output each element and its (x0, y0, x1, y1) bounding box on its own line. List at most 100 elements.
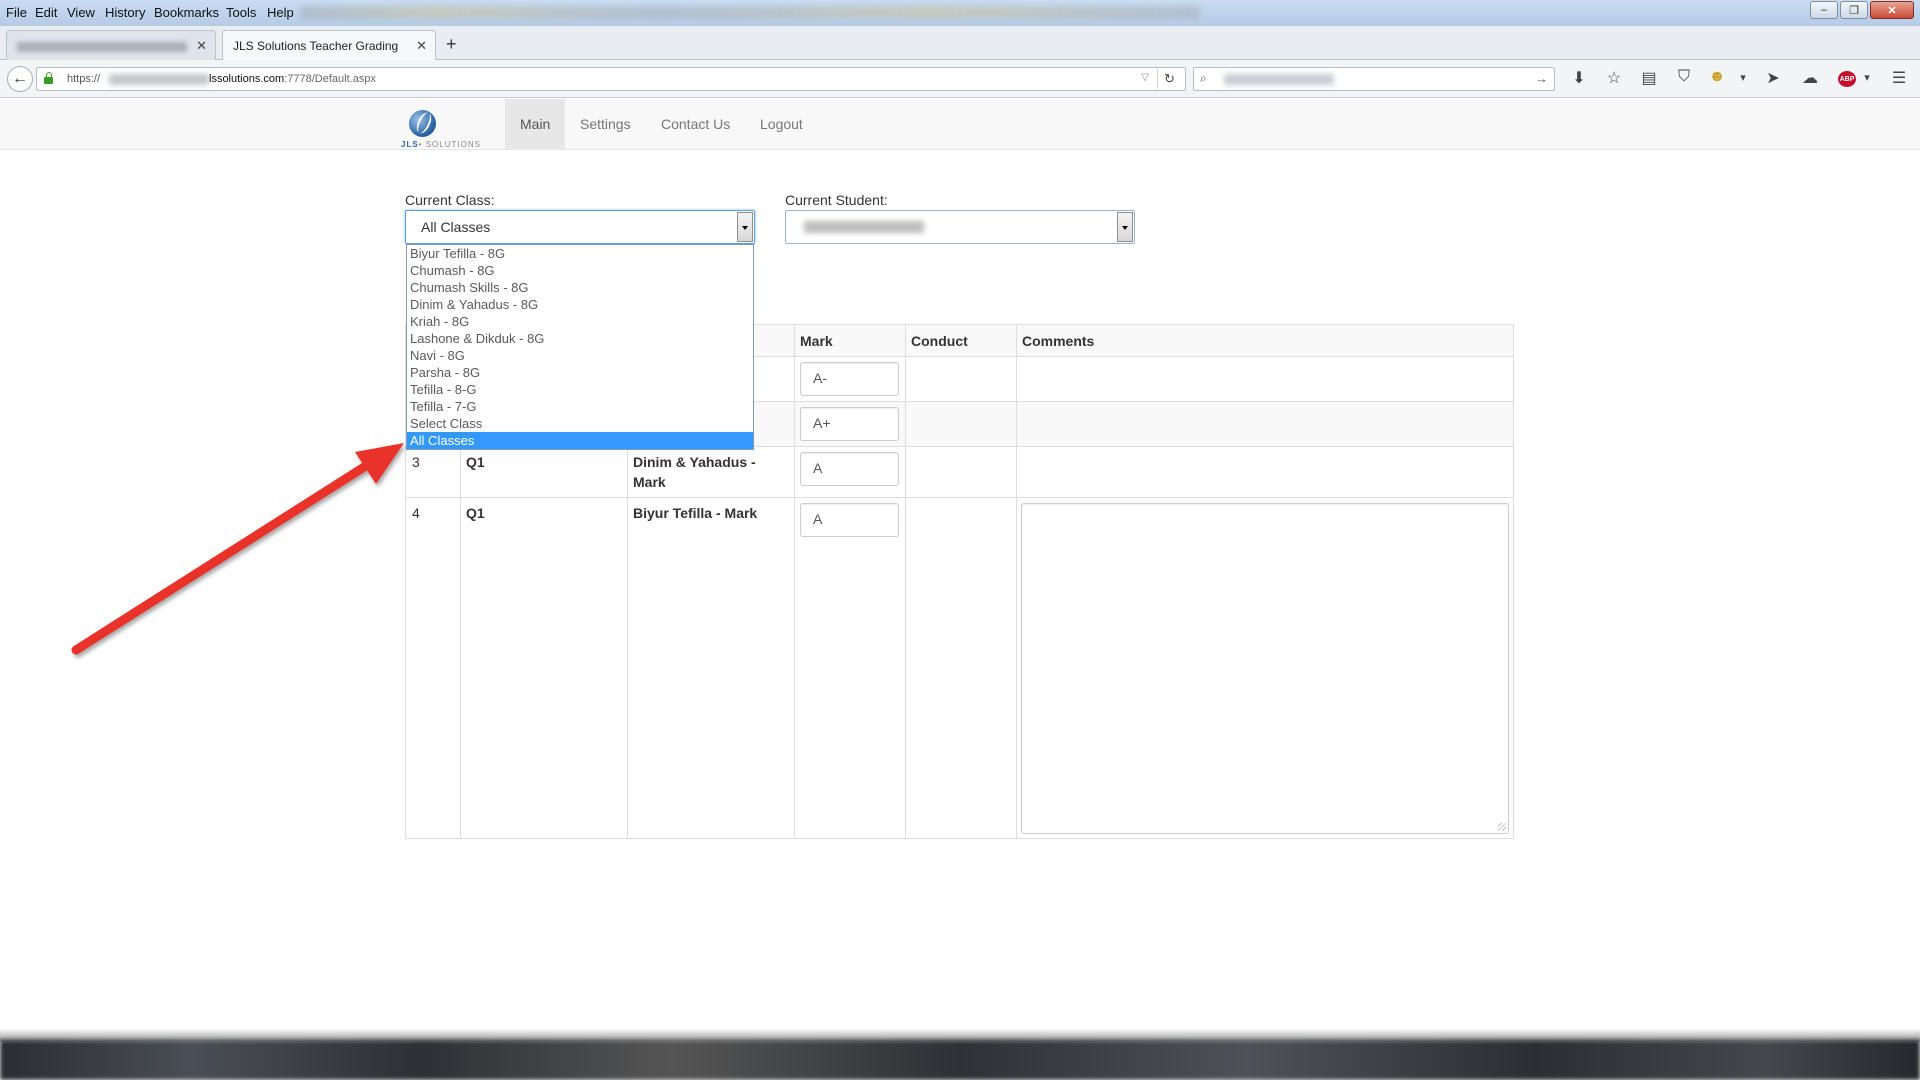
logo-wordmark: JLS• SOLUTIONS (401, 140, 481, 149)
chat-icon[interactable]: ☁ (1799, 68, 1821, 88)
mark-input[interactable]: A- (800, 362, 899, 396)
menu-view[interactable]: View (67, 5, 95, 20)
row-subject-line1: Dinim & Yahadus - (633, 454, 756, 470)
search-text-blurred (1224, 74, 1334, 85)
jls-solutions-logo[interactable]: JLS• SOLUTIONS (401, 110, 483, 150)
pocket-icon[interactable]: ⛉ (1673, 68, 1695, 86)
row-divider (406, 497, 1513, 498)
reading-list-icon[interactable]: ▤ (1638, 68, 1660, 88)
nav-contact-us[interactable]: Contact Us (646, 99, 745, 149)
download-icon[interactable]: ⬇ (1568, 68, 1590, 88)
adblock-menu-chevron-icon[interactable]: ▾ (1856, 71, 1878, 84)
current-class-label: Current Class: (405, 192, 495, 208)
menu-bookmarks[interactable]: Bookmarks (154, 5, 219, 20)
blurred-window-titles (300, 6, 1200, 19)
addon-menu-chevron-icon[interactable]: ▾ (1732, 71, 1754, 84)
current-student-select[interactable] (785, 210, 1135, 244)
browser-tab-active[interactable]: JLS Solutions Teacher Grading ✕ (222, 30, 436, 61)
tab-title-blurred (17, 41, 187, 52)
header-mark: Mark (800, 333, 833, 349)
search-bar[interactable]: ⌕ → (1193, 67, 1555, 91)
mark-input[interactable]: A+ (800, 407, 899, 441)
row-subject-line2: Mark (633, 474, 666, 490)
row-number: 4 (412, 505, 420, 521)
tab-close-icon[interactable]: ✕ (196, 38, 207, 54)
bookmark-star-icon[interactable]: ☆ (1603, 68, 1625, 88)
browser-tab-inactive[interactable]: ✕ (6, 30, 216, 60)
addon-face-icon[interactable]: ☻ (1706, 68, 1728, 86)
mark-input[interactable]: A (800, 452, 899, 486)
chevron-down-icon[interactable] (1117, 212, 1133, 242)
menu-help[interactable]: Help (267, 5, 294, 20)
url-history-dropmarker-icon[interactable]: ▽ (1141, 72, 1149, 83)
close-window-button[interactable]: ✕ (1870, 1, 1914, 19)
dropdown-option[interactable]: Chumash - 8G (407, 262, 753, 279)
dropdown-option-selected[interactable]: All Classes (407, 432, 753, 449)
row-quarter: Q1 (466, 454, 485, 470)
window-controls: – ❐ ✕ (1810, 1, 1914, 19)
dropdown-option[interactable]: Select Class (407, 415, 753, 432)
os-taskbar-blurred (0, 1040, 1920, 1080)
logo-tagline: • SOLUTIONS (418, 140, 481, 149)
browser-menubar: File Edit View History Bookmarks Tools H… (0, 0, 1920, 26)
browser-tabbar: ✕ JLS Solutions Teacher Grading ✕ + (0, 26, 1920, 61)
current-student-label: Current Student: (785, 192, 888, 208)
search-go-icon[interactable]: → (1535, 71, 1548, 86)
nav-settings[interactable]: Settings (565, 99, 646, 149)
menu-tools[interactable]: Tools (226, 5, 256, 20)
row-subject: Biyur Tefilla - Mark (633, 505, 758, 521)
url-host-text: lssolutions.com (209, 73, 285, 85)
current-class-select[interactable]: All Classes (405, 210, 755, 244)
dropdown-option[interactable]: Kriah - 8G (407, 313, 753, 330)
globe-logo-icon (409, 110, 436, 137)
dropdown-option[interactable]: Parsha - 8G (407, 364, 753, 381)
annotation-arrow-shaft (71, 457, 377, 655)
dropdown-option[interactable]: Lashone & Dikduk - 8G (407, 330, 753, 347)
new-tab-button[interactable]: + (446, 34, 457, 55)
menu-file[interactable]: File (6, 5, 27, 20)
comments-textarea[interactable] (1021, 503, 1509, 834)
lock-icon (43, 72, 53, 84)
hamburger-menu-icon[interactable]: ☰ (1888, 68, 1910, 88)
current-class-value: All Classes (421, 219, 491, 235)
minimize-button[interactable]: – (1810, 1, 1838, 19)
menu-history[interactable]: History (105, 5, 145, 20)
site-navbar: JLS• SOLUTIONS Main Settings Contact Us … (0, 99, 1920, 150)
logo-brand: JLS (401, 140, 419, 149)
send-icon[interactable]: ➤ (1762, 68, 1784, 88)
dropdown-option[interactable]: Navi - 8G (407, 347, 753, 364)
adblock-icon[interactable]: ABP (1838, 71, 1856, 87)
menu-edit[interactable]: Edit (35, 5, 57, 20)
back-button[interactable]: ← (7, 66, 33, 92)
row-quarter: Q1 (466, 505, 485, 521)
tab-close-icon[interactable]: ✕ (416, 38, 427, 54)
row-number: 3 (412, 454, 420, 470)
dropdown-option[interactable]: Tefilla - 8-G (407, 381, 753, 398)
annotation-arrow-head (355, 443, 404, 484)
url-protocol: https:// (67, 73, 101, 85)
row-subject: Dinim & Yahadus - Mark (633, 452, 756, 492)
url-path: :7778/Default.aspx (284, 73, 376, 85)
annotation-arrow-shape (71, 443, 404, 655)
reload-icon[interactable]: ↻ (1157, 69, 1181, 89)
header-conduct: Conduct (911, 333, 968, 349)
mark-input[interactable]: A (800, 503, 899, 537)
tab-title: JLS Solutions Teacher Grading (233, 39, 399, 53)
dropdown-option[interactable]: Dinim & Yahadus - 8G (407, 296, 753, 313)
chevron-down-icon[interactable] (737, 212, 753, 242)
browser-navbar: ← https:// lssolutions.com:7778/Default.… (0, 60, 1920, 98)
nav-logout[interactable]: Logout (745, 99, 818, 149)
student-name-blurred (804, 221, 924, 233)
url-bar[interactable]: https:// lssolutions.com:7778/Default.as… (36, 67, 1186, 91)
resize-grip-icon[interactable] (1498, 823, 1506, 831)
dropdown-option[interactable]: Chumash Skills - 8G (407, 279, 753, 296)
dropdown-option[interactable]: Tefilla - 7-G (407, 398, 753, 415)
header-comments: Comments (1022, 333, 1095, 349)
nav-main[interactable]: Main (505, 99, 566, 149)
url-host-blurred (109, 74, 209, 85)
url-host: lssolutions.com:7778/Default.aspx (209, 73, 376, 85)
dropdown-option[interactable]: Biyur Tefilla - 8G (407, 245, 753, 262)
search-icon: ⌕ (1200, 71, 1207, 85)
class-dropdown-list: Biyur Tefilla - 8G Chumash - 8G Chumash … (406, 244, 754, 450)
restore-button[interactable]: ❐ (1840, 1, 1868, 19)
